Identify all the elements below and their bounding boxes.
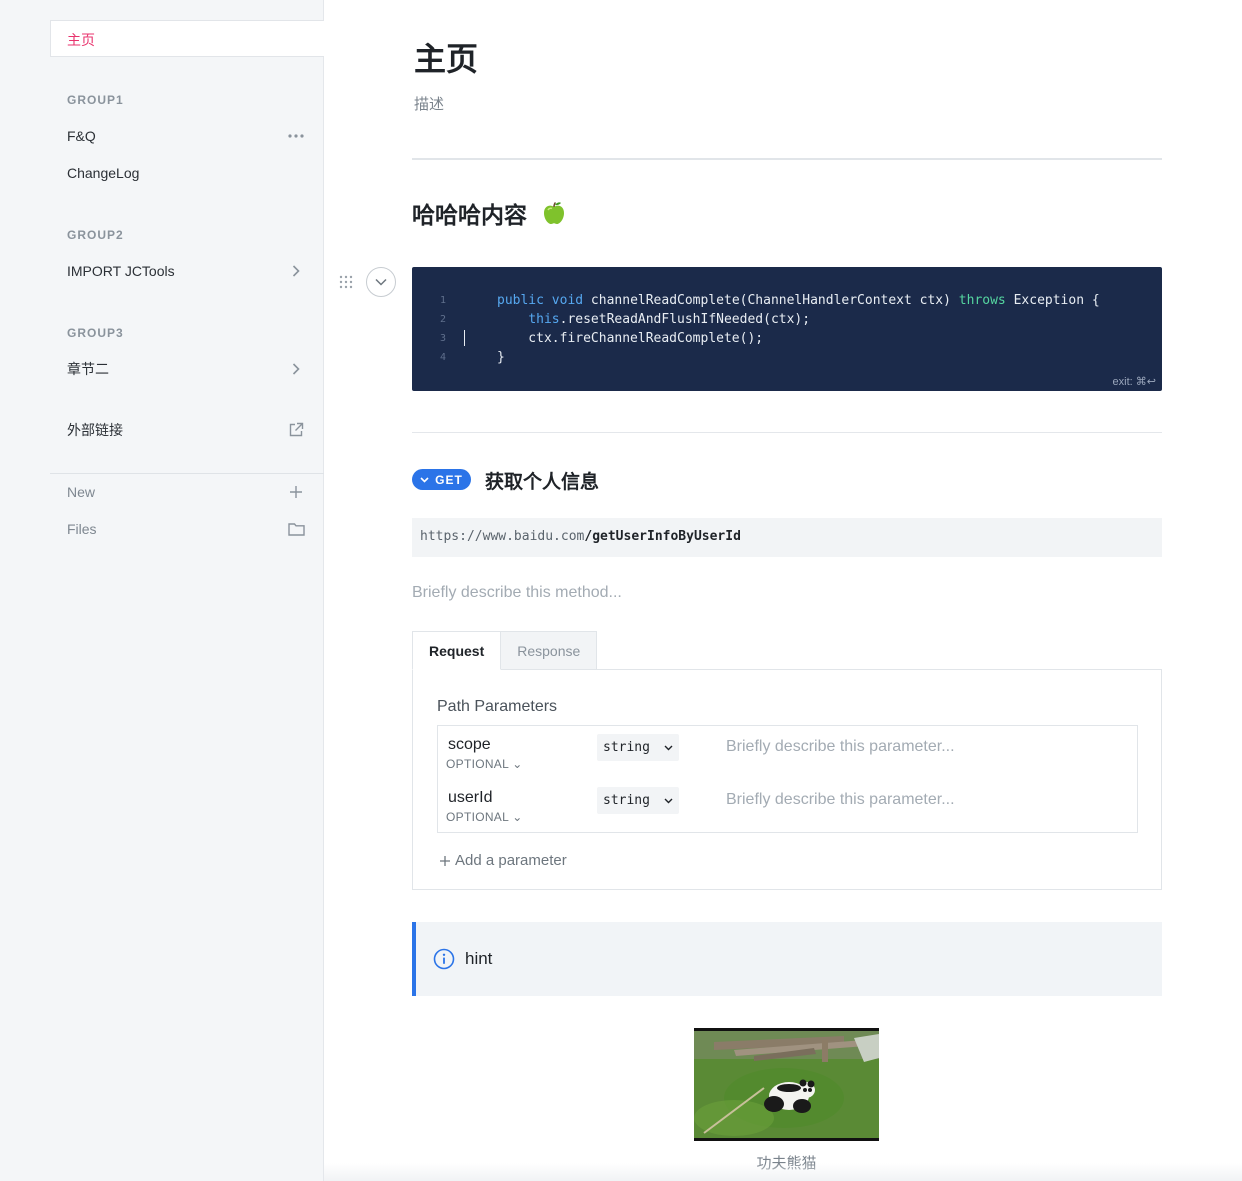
sidebar-new-button[interactable]: New: [50, 479, 306, 505]
sidebar-files-button[interactable]: Files: [50, 516, 306, 542]
sidebar-divider: [50, 473, 324, 474]
code-line: 4}: [412, 348, 505, 367]
plus-icon: [286, 482, 306, 502]
chevron-down-icon: [375, 278, 387, 286]
parameter-description-input[interactable]: Briefly describe this parameter...: [726, 738, 955, 756]
info-icon: [433, 948, 455, 970]
sidebar-item-chapter-two[interactable]: 章节二: [50, 356, 306, 382]
sidebar-group-title: GROUP2: [67, 228, 124, 242]
line-number: 1: [439, 295, 446, 306]
section-divider: [412, 432, 1162, 433]
drag-handle-icon[interactable]: [339, 275, 353, 289]
path-parameters-title: Path Parameters: [437, 698, 558, 715]
parameter-row: scope OPTIONAL ⌄ string Briefly describe…: [438, 726, 1138, 776]
chevron-right-icon[interactable]: [286, 261, 306, 281]
section-heading-text: 哈哈哈内容: [412, 202, 527, 228]
base-url: https://www.baidu.com: [420, 529, 585, 544]
external-link-icon: [286, 420, 306, 440]
sidebar: 主页 GROUP1 F&Q ChangeLog GROUP2 IMPORT JC…: [0, 0, 324, 1181]
hint-callout[interactable]: hint: [412, 922, 1162, 996]
parameter-row: userId OPTIONAL ⌄ string Briefly describ…: [438, 779, 1138, 829]
parameter-list: scope OPTIONAL ⌄ string Briefly describe…: [437, 725, 1138, 833]
sidebar-item-label: 章节二: [67, 361, 109, 377]
sidebar-item-label: IMPORT JCTools: [67, 263, 175, 279]
more-icon[interactable]: [286, 126, 306, 146]
chevron-down-icon: ⌄: [512, 810, 523, 824]
exit-hint: exit: ⌘↩: [1112, 376, 1156, 388]
endpoint-path: /getUserInfoByUserId: [584, 529, 741, 544]
hint-text: hint: [465, 949, 493, 968]
line-number: 2: [439, 314, 446, 325]
code-block[interactable]: 1 public void channelReadComplete(Channel…: [412, 267, 1162, 391]
method-badge[interactable]: GET: [412, 469, 471, 490]
title-divider: [412, 158, 1162, 160]
sidebar-item-external-link[interactable]: 外部链接: [50, 417, 306, 443]
endpoint-url[interactable]: https://www.baidu.com/getUserInfoByUserI…: [412, 518, 1162, 557]
page-description[interactable]: 描述: [414, 93, 444, 114]
sidebar-item-changelog[interactable]: ChangeLog: [50, 160, 306, 186]
tab-response[interactable]: Response: [501, 631, 598, 670]
chevron-down-icon: ⌄: [512, 757, 523, 771]
type-select[interactable]: string: [597, 734, 679, 761]
chevron-down-icon: [664, 745, 673, 750]
sidebar-item-label: F&Q: [67, 128, 96, 144]
method-label: GET: [435, 472, 463, 487]
sidebar-item-label: New: [67, 484, 96, 500]
plus-icon: [440, 855, 450, 866]
required-dropdown[interactable]: OPTIONAL ⌄: [446, 810, 523, 824]
type-select[interactable]: string: [597, 787, 679, 814]
sidebar-group-title: GROUP3: [67, 326, 124, 340]
chevron-down-icon: [664, 798, 673, 803]
line-number: 4: [439, 352, 446, 363]
page-title[interactable]: 主页: [414, 34, 478, 80]
add-parameter-button[interactable]: Add a parameter: [439, 852, 567, 869]
text-caret: [464, 330, 465, 346]
request-panel: Path Parameters scope OPTIONAL ⌄ string …: [412, 669, 1162, 890]
main-content: 主页 描述 哈哈哈内容 1 public void channelReadComp…: [324, 0, 1242, 1181]
sidebar-item-label: ChangeLog: [67, 165, 140, 181]
collapse-button[interactable]: [366, 267, 396, 297]
sidebar-group-title: GROUP1: [67, 93, 124, 107]
line-number: 3: [439, 333, 446, 344]
chevron-down-icon: [420, 476, 429, 483]
parameter-description-input[interactable]: Briefly describe this parameter...: [726, 791, 955, 809]
code-line: 1 public void channelReadComplete(Channel…: [412, 291, 1100, 310]
sidebar-item-home[interactable]: 主页: [50, 20, 324, 57]
required-dropdown[interactable]: OPTIONAL ⌄: [446, 757, 523, 771]
api-title[interactable]: 获取个人信息: [485, 467, 599, 494]
tab-request[interactable]: Request: [412, 631, 502, 670]
sidebar-item-label: Files: [67, 521, 97, 537]
request-response-tabs: Request Response: [412, 631, 598, 670]
chevron-right-icon[interactable]: [286, 359, 306, 379]
parameter-name-input[interactable]: userId: [448, 789, 492, 807]
sidebar-item-import-jctools[interactable]: IMPORT JCTools: [50, 258, 306, 284]
section-heading[interactable]: 哈哈哈内容: [412, 196, 567, 230]
bottom-fade: [324, 1163, 1242, 1181]
code-line: 2 this .resetReadAndFlushIfNeeded(ctx);: [412, 310, 810, 329]
parameter-name-input[interactable]: scope: [448, 736, 491, 754]
method-description-input[interactable]: Briefly describe this method...: [412, 584, 622, 602]
sidebar-item-fq[interactable]: F&Q: [50, 123, 306, 149]
panda-image[interactable]: [694, 1028, 879, 1141]
sidebar-item-label: 外部链接: [67, 422, 123, 438]
folder-icon: [286, 519, 306, 539]
green-apple-icon: [544, 201, 564, 224]
